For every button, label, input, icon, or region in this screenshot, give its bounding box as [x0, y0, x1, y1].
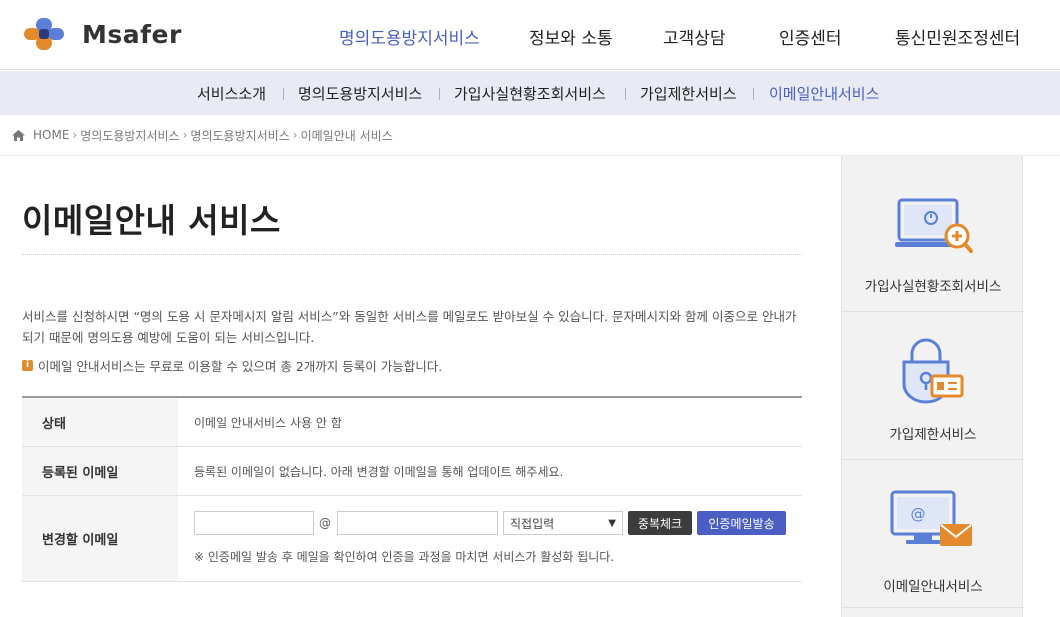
change-email-cell: @ 직접입력 ▼ 중복체크 인증메일발송 ※ 인증메일 발송 후 메일을 확인하… — [178, 496, 802, 581]
msafer-logo-icon — [24, 18, 64, 50]
table-row-change-email: 변경할 이메일 @ 직접입력 ▼ 중복체크 인증메일발송 ※ 인증메일 발송 후… — [22, 496, 802, 582]
subnav-subscription-restriction[interactable]: 가입제한서비스 — [640, 83, 737, 104]
subnav-divider — [753, 88, 754, 100]
registered-email-value: 등록된 이메일이 없습니다. 아래 변경할 이메일을 통해 업데이트 해주세요. — [194, 464, 564, 479]
quick-menu: 가입사실현황조회서비스 가입제한서비스 @ 이메일안내서비스 — [841, 156, 1024, 617]
quick-item-email-notice[interactable]: @ 이메일안내서비스 — [842, 460, 1024, 608]
status-value: 이메일 안내서비스 사용 안 함 — [194, 415, 342, 430]
email-verification-note: ※ 인증메일 발송 후 메일을 확인하여 인증을 과정을 마치면 서비스가 활성… — [194, 550, 615, 564]
nav-certification-center[interactable]: 인증센터 — [779, 24, 842, 49]
laptop-search-icon — [895, 198, 973, 253]
chevron-down-icon: ▼ — [608, 517, 616, 529]
subnav-subscription-lookup[interactable]: 가입사실현황조회서비스 — [454, 83, 606, 104]
svg-text:@: @ — [911, 505, 926, 523]
email-domain-select-value: 직접입력 — [510, 516, 555, 531]
sub-navigation: 서비스소개 명의도용방지서비스 가입사실현황조회서비스 가입제한서비스 이메일안… — [0, 71, 1060, 115]
registered-email-label: 등록된 이메일 — [22, 447, 178, 495]
email-input-group: @ 직접입력 ▼ 중복체크 인증메일발송 — [194, 511, 802, 535]
service-description: 서비스를 신청하시면 “명의 도용 시 문자메시지 알림 서비스”와 동일한 서… — [22, 309, 797, 345]
quick-item-label: 가입제한서비스 — [889, 427, 977, 443]
quick-item-label: 가입사실현황조회서비스 — [864, 279, 1002, 295]
nav-info-communication[interactable]: 정보와 소통 — [529, 24, 613, 49]
home-icon[interactable] — [12, 129, 25, 141]
table-row-registered-email: 등록된 이메일 등록된 이메일이 없습니다. 아래 변경할 이메일을 통해 업데… — [22, 447, 802, 496]
site-header: Msafer 명의도용방지서비스 정보와 소통 고객상담 인증센터 통신민원조정… — [0, 0, 1060, 70]
change-email-label: 변경할 이메일 — [22, 496, 178, 581]
email-domain-select[interactable]: 직접입력 ▼ — [503, 511, 623, 535]
nav-complaint-mediation[interactable]: 통신민원조정센터 — [895, 24, 1020, 49]
breadcrumb-item[interactable]: 명의도용방지서비스 — [80, 127, 179, 144]
breadcrumb-item[interactable]: 명의도용방지서비스 — [190, 127, 289, 144]
lock-id-icon — [902, 338, 964, 404]
subnav-identity-theft[interactable]: 명의도용방지서비스 — [298, 83, 422, 104]
chevron-right-icon: › — [292, 128, 298, 142]
breadcrumb-home[interactable]: HOME — [33, 128, 69, 142]
monitor-mail-icon: @ — [890, 490, 972, 546]
nav-customer-support[interactable]: 고객상담 — [663, 24, 726, 49]
at-sign: @ — [319, 516, 331, 530]
logo[interactable]: Msafer — [22, 14, 182, 54]
title-divider — [22, 254, 802, 255]
breadcrumb-current: 이메일안내 서비스 — [300, 128, 393, 143]
email-local-input[interactable] — [194, 511, 314, 535]
quick-item-subscription-restriction[interactable]: 가입제한서비스 — [842, 312, 1024, 460]
quick-item-label: 이메일안내서비스 — [883, 579, 983, 595]
email-domain-input[interactable] — [337, 511, 498, 535]
chevron-right-icon: › — [72, 128, 78, 142]
table-row-status: 상태 이메일 안내서비스 사용 안 함 — [22, 398, 802, 447]
status-label: 상태 — [22, 398, 178, 446]
subnav-divider — [439, 88, 440, 100]
subnav-service-intro[interactable]: 서비스소개 — [197, 83, 266, 104]
duplicate-check-button[interactable]: 중복체크 — [628, 511, 692, 535]
chevron-right-icon: › — [182, 128, 188, 142]
subnav-divider — [283, 88, 284, 100]
info-icon: i — [22, 360, 33, 371]
notice: i 이메일 안내서비스는 무료로 이용할 수 있으며 총 2개까지 등록이 가능… — [22, 356, 442, 375]
logo-text: Msafer — [82, 19, 182, 49]
nav-identity-theft-prevention[interactable]: 명의도용방지서비스 — [339, 24, 480, 49]
subnav-email-notice[interactable]: 이메일안내서비스 — [769, 83, 879, 104]
email-info-table: 상태 이메일 안내서비스 사용 안 함 등록된 이메일 등록된 이메일이 없습니… — [22, 396, 802, 582]
page-title: 이메일안내 서비스 — [22, 201, 281, 240]
quick-item-subscription-lookup[interactable]: 가입사실현황조회서비스 — [842, 156, 1024, 312]
send-verification-email-button[interactable]: 인증메일발송 — [697, 511, 786, 535]
subnav-divider — [625, 88, 626, 100]
breadcrumb: HOME › 명의도용방지서비스 › 명의도용방지서비스 › 이메일안내 서비스 — [12, 127, 393, 143]
notice-text: 이메일 안내서비스는 무료로 이용할 수 있으며 총 2개까지 등록이 가능합니… — [38, 359, 443, 374]
